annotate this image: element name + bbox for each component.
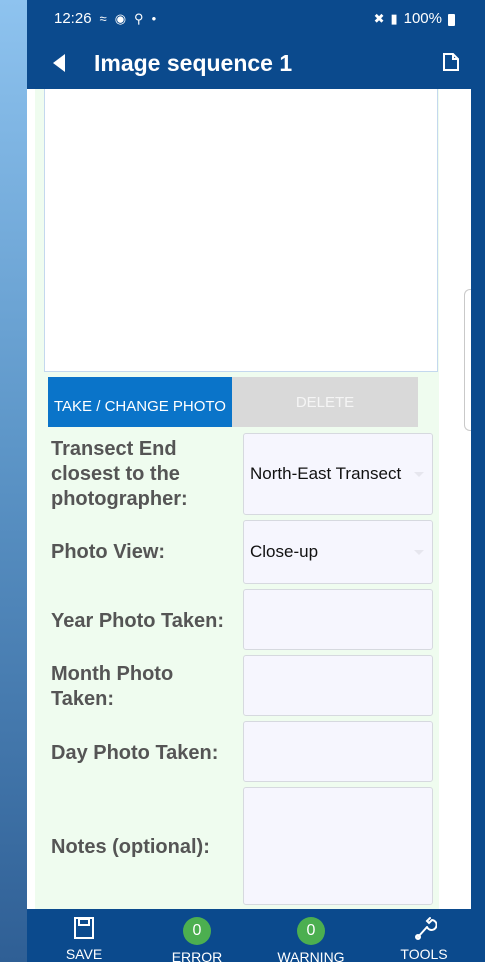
mute-icon: ✖ [373,10,385,26]
photo-preview [44,89,438,372]
status-bar: 12:26 ≈ ◉ ⚲ • ✖ ▮ 100% [27,0,471,36]
nav-error[interactable]: 0 ERROR [152,909,242,962]
dropdown-caret-icon [414,550,424,555]
notes-textarea[interactable] [243,787,433,905]
location-icon: ⚲ [134,10,144,26]
target-icon: ◉ [114,10,127,26]
nav-save[interactable]: SAVE [39,909,129,962]
tools-label: TOOLS [400,946,448,962]
dot-icon: • [151,11,157,26]
year-input[interactable] [243,589,433,650]
bottom-nav: SAVE 0 ERROR 0 WARNING TOOLS [27,909,471,962]
warning-count-badge: 0 [297,917,325,945]
month-input[interactable] [243,655,433,716]
photo-view-label: Photo View: [51,541,166,563]
year-label: Year Photo Taken: [51,610,225,632]
app-bar: Image sequence 1 [27,36,471,89]
back-arrow-icon[interactable] [53,54,65,72]
battery-icon [448,13,455,26]
nav-warning[interactable]: 0 WARNING [266,909,356,962]
transect-end-value: North-East Transect [250,464,402,483]
photo-view-select[interactable]: Close-up [243,520,433,584]
day-label: Day Photo Taken: [51,742,219,764]
status-left: 12:26 ≈ ◉ ⚲ • [54,10,156,27]
battery-percent: 100% [403,10,442,27]
status-right: ✖ ▮ 100% [374,10,455,27]
save-icon [74,917,94,939]
content-area: TAKE / CHANGE PHOTO DELETE Transect End … [27,89,471,909]
save-label: SAVE [65,946,103,962]
transect-end-select[interactable]: North-East Transect [243,433,433,515]
day-input[interactable] [243,721,433,782]
photo-view-value: Close-up [250,542,319,561]
form-area: TAKE / CHANGE PHOTO DELETE Transect End … [35,89,439,909]
dropdown-caret-icon [414,472,424,477]
notes-label: Notes (optional): [51,836,210,858]
error-count-badge: 0 [183,917,211,945]
status-time: 12:26 [54,10,92,27]
warning-label: WARNING [277,949,345,962]
wrench-icon [415,917,437,940]
transect-end-label: Transect End closest to the photographer… [51,438,188,510]
page-title: Image sequence 1 [94,50,293,76]
signal-icon: ▮ [390,10,398,26]
right-edge-strip [471,0,485,962]
document-icon[interactable] [441,52,461,72]
take-change-photo-button[interactable]: TAKE / CHANGE PHOTO [48,377,232,427]
scroll-handle[interactable] [464,289,471,431]
month-label: Month Photo Taken: [51,663,174,710]
delete-photo-button[interactable]: DELETE [232,377,418,427]
wifi-calling-icon: ≈ [99,11,107,26]
error-label: ERROR [171,949,223,962]
phone-screen: 12:26 ≈ ◉ ⚲ • ✖ ▮ 100% Image sequence 1 … [27,0,471,962]
nav-tools[interactable]: TOOLS [379,909,469,962]
